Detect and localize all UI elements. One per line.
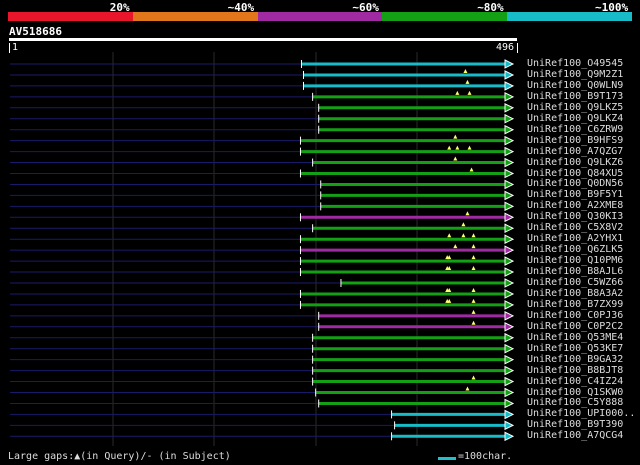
query-gap-marker [465, 79, 470, 84]
query-gap-marker [467, 145, 472, 150]
query-gap-marker [467, 90, 472, 95]
hit-label[interactable]: UniRef100_Q84XU5 [527, 168, 623, 179]
hit-label[interactable]: UniRef100_C4IZ24 [527, 376, 623, 387]
gaps-legend-text: Large gaps:▲(in Query)/- (in Subject) [8, 451, 231, 462]
query-gap-marker [453, 156, 458, 161]
hit-label[interactable]: UniRef100_A2YHX1 [527, 234, 623, 244]
hit-label[interactable]: UniRef100_B8AJL6 [527, 267, 623, 277]
hit-end-arrow [504, 321, 515, 332]
query-gap-marker [471, 320, 476, 325]
query-gap-marker [471, 233, 476, 238]
query-gap-marker [471, 266, 476, 271]
hit-end-arrow [504, 289, 515, 299]
hit-end-arrow [504, 376, 515, 387]
query-gap-marker [447, 233, 452, 238]
hit-end-arrow [504, 409, 515, 420]
hit-label[interactable]: UniRef100_B9F5Y1 [527, 190, 623, 200]
query-gap-marker [465, 386, 470, 391]
hit-label[interactable]: UniRef100_C0PJ36 [527, 310, 623, 321]
hit-end-arrow [504, 102, 515, 113]
hit-label[interactable]: UniRef100_Q0WLN9 [527, 80, 623, 91]
scale-bar [438, 457, 456, 460]
hit-label[interactable]: UniRef100_Q9M2Z1 [527, 69, 623, 80]
hit-end-arrow [504, 179, 515, 190]
hit-label[interactable]: UniRef100_Q9LKZ4 [527, 113, 623, 124]
hit-label[interactable]: UniRef100_Q9LKZ5 [527, 102, 623, 113]
hit-label[interactable]: UniRef100_Q53KE7 [527, 343, 623, 354]
hit-label[interactable]: UniRef100_C5X8V2 [527, 223, 623, 233]
hit-label[interactable]: UniRef100_Q0DN56 [527, 179, 623, 189]
query-gap-marker [469, 167, 474, 172]
hit-end-arrow [504, 300, 515, 310]
hit-end-arrow [504, 332, 515, 343]
hit-end-arrow [504, 343, 515, 354]
hit-label[interactable]: UniRef100_Q30KI3 [527, 212, 623, 222]
query-gap-marker [463, 68, 468, 73]
hit-end-arrow [504, 124, 515, 135]
query-gap-marker [453, 134, 458, 139]
hit-label[interactable]: UniRef100_B9HFS9 [527, 135, 623, 146]
hit-label[interactable]: UniRef100_B9T173 [527, 91, 623, 102]
hit-label[interactable]: UniRef100_B8BJT8 [527, 365, 623, 376]
hit-label[interactable]: UniRef100_Q6ZLK5 [527, 245, 623, 255]
query-gap-marker [471, 255, 476, 260]
hit-end-arrow [504, 256, 515, 266]
hit-end-arrow [504, 387, 515, 398]
query-gap-marker [461, 222, 466, 227]
hit-label[interactable]: UniRef100_O49545 [527, 59, 623, 69]
hit-label[interactable]: UniRef100_Q1SKW0 [527, 387, 623, 398]
hit-end-arrow [504, 420, 515, 431]
hit-end-arrow [504, 157, 515, 168]
hit-label[interactable]: UniRef100_C5WZ66 [527, 278, 623, 288]
hit-label[interactable]: UniRef100_B9T390 [527, 420, 623, 430]
hit-end-arrow [504, 92, 515, 102]
hit-end-arrow [504, 354, 515, 365]
hit-end-arrow [504, 267, 515, 277]
query-gap-marker [471, 375, 476, 380]
query-gap-marker [471, 298, 476, 303]
hit-end-arrow [504, 245, 515, 255]
hit-end-arrow [504, 146, 515, 157]
hit-label[interactable]: UniRef100_B8A3A2 [527, 288, 623, 299]
query-gap-marker [455, 90, 460, 95]
hit-end-arrow [504, 223, 515, 234]
hit-end-arrow [504, 70, 515, 80]
hit-label[interactable]: UniRef100_A2XME8 [527, 201, 623, 211]
query-gap-marker [447, 145, 452, 150]
hit-label[interactable]: UniRef100_C5Y888 [527, 398, 623, 408]
hit-end-arrow [504, 59, 515, 69]
hit-end-arrow [504, 113, 515, 124]
query-gap-marker [465, 211, 470, 216]
hit-end-arrow [504, 212, 515, 223]
hit-label[interactable]: UniRef100_C6ZRW9 [527, 124, 623, 135]
hit-label[interactable]: UniRef100_A7QCG4 [527, 431, 623, 441]
hit-label[interactable]: UniRef100_B9GA32 [527, 354, 623, 365]
hit-end-arrow [504, 365, 515, 376]
hit-label[interactable]: UniRef100_UPI000.. [527, 409, 635, 419]
hit-label[interactable]: UniRef100_Q9LKZ6 [527, 157, 623, 168]
hit-end-arrow [504, 431, 515, 442]
query-gap-marker [455, 145, 460, 150]
query-gap-marker [461, 233, 466, 238]
hit-label[interactable]: UniRef100_C0P2C2 [527, 321, 623, 332]
query-gap-marker [453, 244, 458, 249]
hit-end-arrow [504, 135, 515, 146]
hit-end-arrow [504, 311, 515, 321]
hit-end-arrow [504, 81, 515, 91]
query-gap-marker [471, 244, 476, 249]
hit-label[interactable]: UniRef100_Q10PM6 [527, 256, 623, 266]
hit-end-arrow [504, 278, 515, 288]
hit-end-arrow [504, 201, 515, 212]
hit-label[interactable]: UniRef100_Q53ME4 [527, 332, 623, 343]
scale-label: =100char. [458, 451, 513, 462]
hit-end-arrow [504, 190, 515, 201]
hit-end-arrow [504, 398, 515, 409]
query-gap-marker [471, 287, 476, 292]
hit-end-arrow [504, 234, 515, 245]
hit-label[interactable]: UniRef100_B7ZX99 [527, 299, 623, 310]
hit-label[interactable]: UniRef100_A7QZG7 [527, 146, 623, 157]
hit-end-arrow [504, 168, 515, 179]
query-gap-marker [471, 309, 476, 314]
